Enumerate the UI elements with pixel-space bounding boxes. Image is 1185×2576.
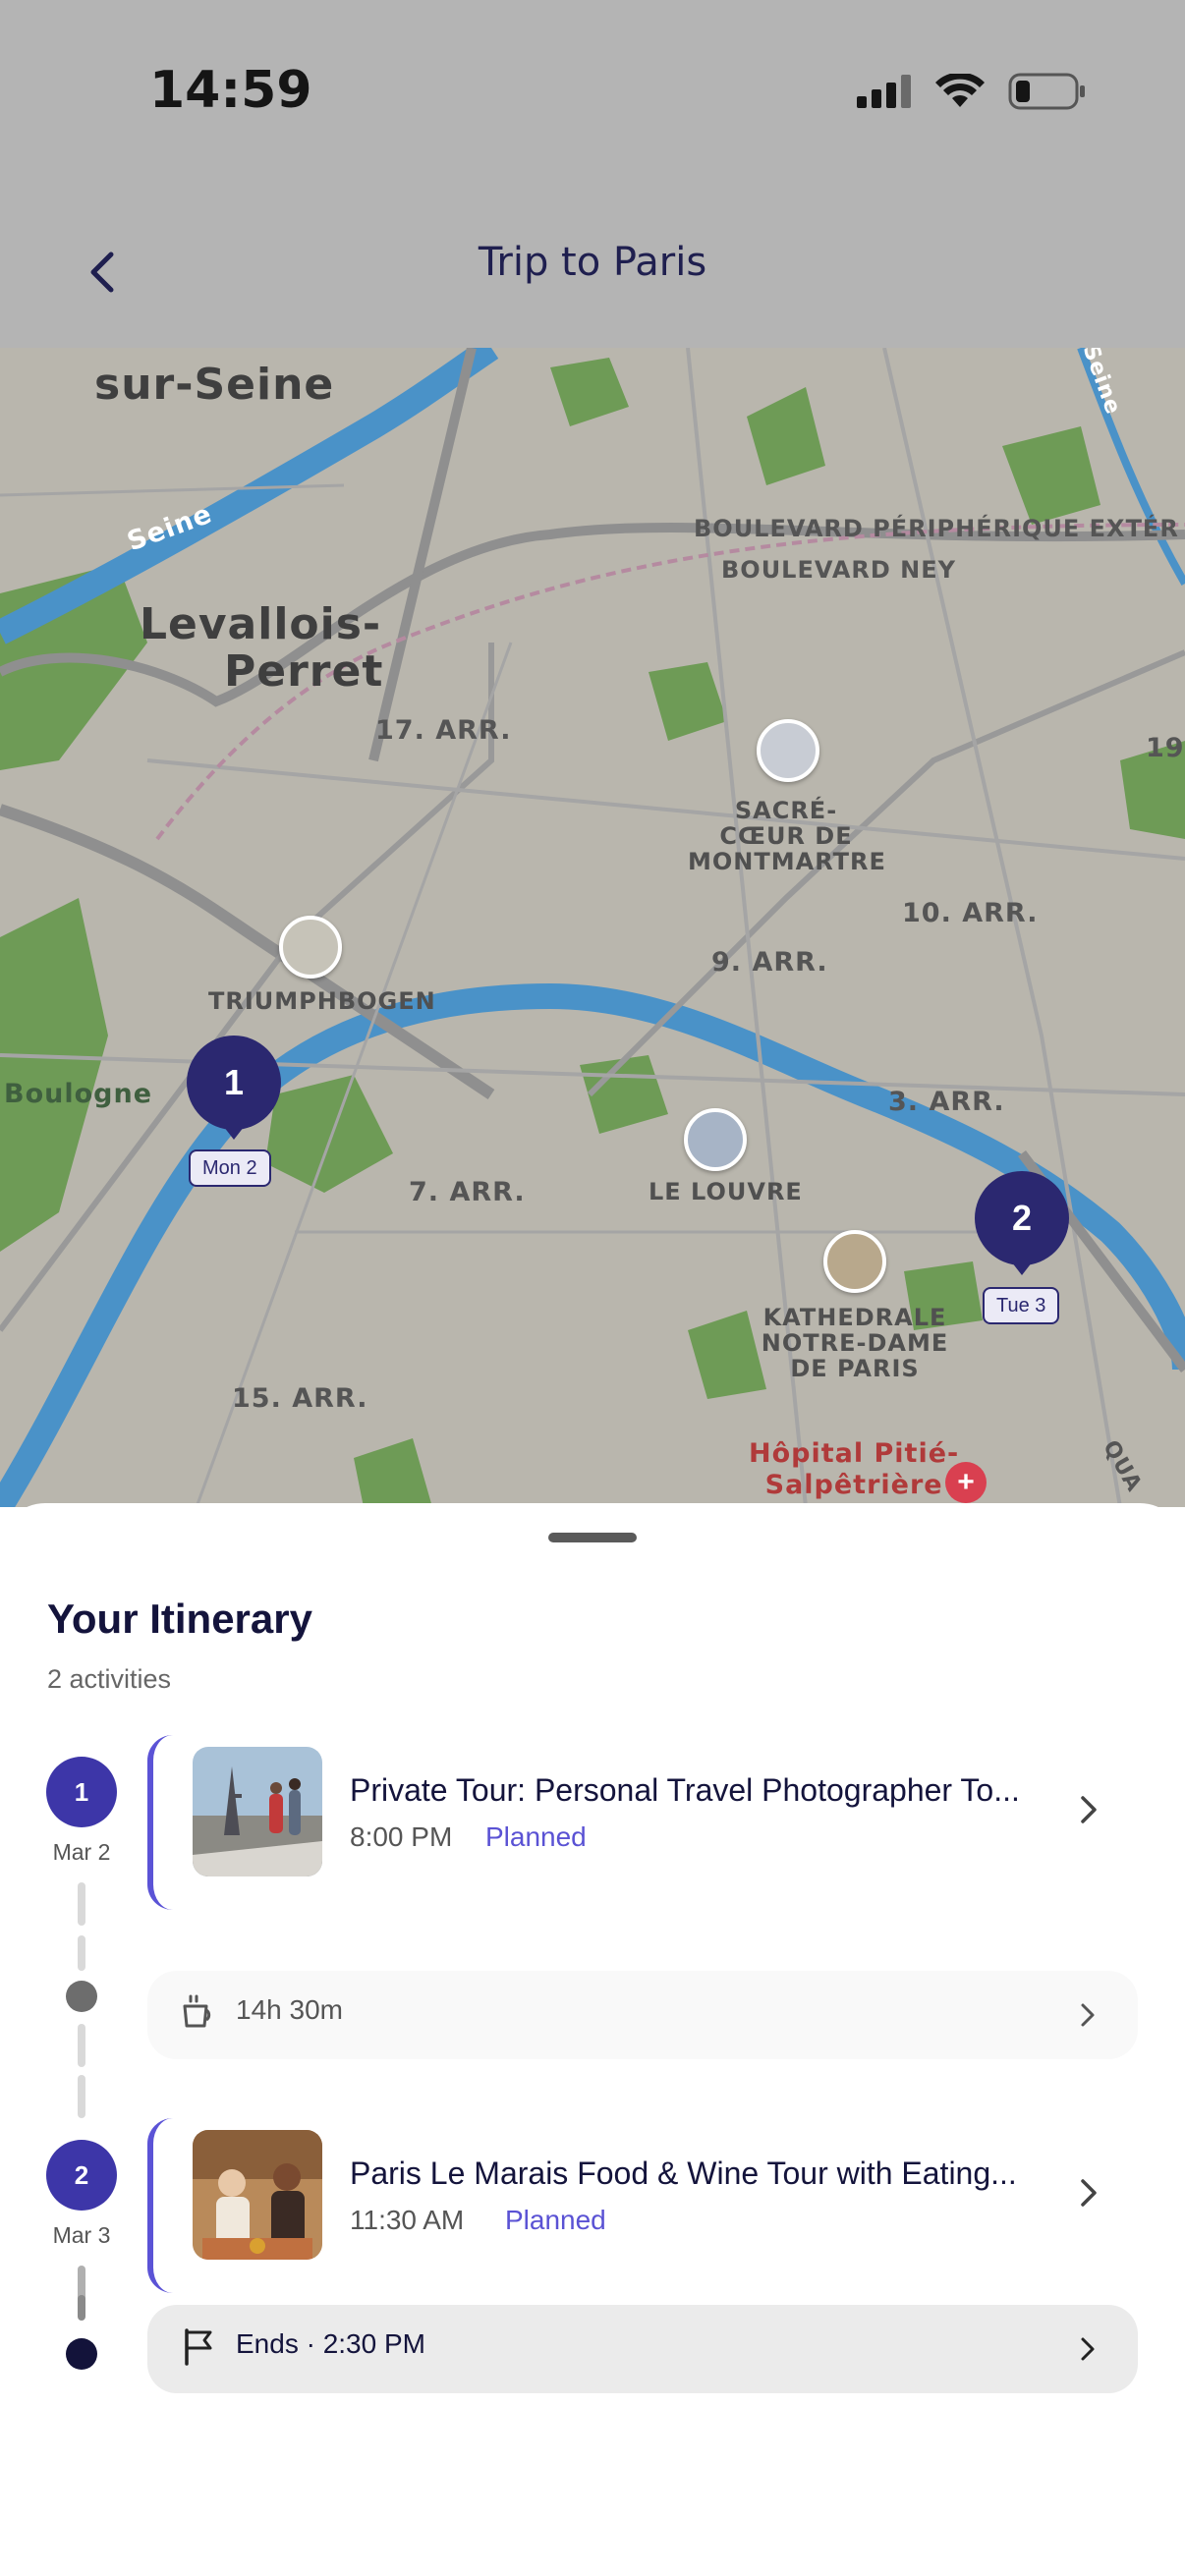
map-label-boulevard-peripherique: BOULEVARD PÉRIPHÉRIQUE EXTÉR (694, 515, 1179, 542)
map-label-17-arr: 17. ARR. (375, 715, 512, 746)
itinerary-title: Your Itinerary (47, 1596, 312, 1642)
activity-date-1: Mar 2 (52, 1839, 111, 1865)
map-label-15-arr: 15. ARR. (232, 1383, 368, 1414)
activity-number-badge-2: 2 (46, 2140, 117, 2211)
itinerary-subtitle: 2 activities (47, 1664, 172, 1694)
map-label-boulevard-ney: BOULEVARD NEY (721, 556, 957, 584)
coffee-cup-icon (183, 1994, 211, 2028)
map-label-10-arr: 10. ARR. (902, 898, 1039, 928)
map-label-sacre-coeur: SACRÉ- CŒUR DE MONTMARTRE (688, 797, 886, 875)
map-pin-2[interactable]: 2 (975, 1171, 1069, 1275)
trip-end-label: Ends · 2:30 PM (236, 2328, 425, 2359)
status-time: 14:59 (149, 61, 312, 120)
louvre-icon[interactable] (684, 1108, 747, 1171)
arc-de-triomphe-icon[interactable] (279, 916, 342, 979)
travel-gap-duration: 14h 30m (236, 1994, 343, 2025)
map-label-3-arr: 3. ARR. (888, 1087, 1005, 1117)
map-pin-tag-2: Tue 3 (983, 1287, 1060, 1324)
map-label-le-louvre: LE LOUVRE (649, 1178, 803, 1205)
timeline-gap-dot (66, 1981, 97, 2012)
activity-title-2: Paris Le Marais Food & Wine Tour with Ea… (350, 2156, 1017, 2191)
itinerary-sheet[interactable]: Your Itinerary 2 activities 1 Mar 2 2 Ma… (0, 1503, 1185, 2576)
activity-number-badge-1: 1 (46, 1757, 117, 1827)
map-label-levallois-1: Levallois- (140, 599, 382, 649)
activity-status-2: Planned (505, 2205, 606, 2235)
timeline-end-dot (66, 2338, 97, 2370)
timeline-connector (78, 2295, 85, 2321)
activity-title-1: Private Tour: Personal Travel Photograph… (350, 1772, 1020, 1808)
sacre-coeur-icon[interactable] (757, 719, 819, 782)
hospital-icon[interactable]: + (945, 1462, 987, 1503)
wifi-icon (935, 74, 985, 107)
timeline-connector (78, 1935, 85, 1971)
activity-time-1: 8:00 PM (350, 1821, 453, 1852)
activity-card-1[interactable]: Private Tour: Personal Travel Photograph… (147, 1735, 1146, 1910)
timeline-connector (78, 2075, 85, 2118)
map-label-9-arr: 9. ARR. (711, 947, 828, 978)
map-label-boulogne: Boulogne (4, 1079, 153, 1109)
activity-time-2: 11:30 AM (350, 2205, 465, 2235)
map-label-triumphbogen: TRIUMPHBOGEN (208, 987, 436, 1015)
navigation-bar: Trip to Paris (0, 196, 1185, 349)
map-pin-1[interactable]: 1 (187, 1036, 281, 1140)
map-label-7-arr: 7. ARR. (409, 1177, 526, 1207)
chevron-right-icon (1081, 2337, 1095, 2361)
activity-thumbnail-1 (193, 1747, 322, 1876)
trip-end-row[interactable]: Ends · 2:30 PM (147, 2305, 1138, 2393)
status-icons (857, 73, 1087, 110)
chevron-right-icon (1081, 2003, 1095, 2027)
activity-thumbnail-2 (193, 2130, 322, 2260)
map-label-notre-dame: KATHEDRALE NOTRE-DAME DE PARIS (761, 1304, 949, 1382)
activity-date-2: Mar 3 (52, 2222, 111, 2248)
map-label-19-arr: 19. (1146, 733, 1185, 763)
page-title: Trip to Paris (478, 240, 707, 285)
activity-card-2[interactable]: Paris Le Marais Food & Wine Tour with Ea… (147, 2118, 1146, 2293)
notre-dame-icon[interactable] (823, 1230, 886, 1293)
flag-icon (185, 2328, 212, 2366)
map-label-hopital: Hôpital Pitié- Salpêtrière (749, 1438, 960, 1500)
map-label-asnieres: sur-Seine (94, 360, 335, 410)
map-label-levallois-2: Perret (224, 646, 384, 697)
cellular-signal-icon (857, 75, 911, 108)
sheet-grabber[interactable] (548, 1533, 637, 1542)
timeline-connector (78, 2024, 85, 2067)
chevron-right-icon (1081, 2179, 1097, 2207)
chevron-right-icon (1081, 1796, 1097, 1823)
status-bar: 14:59 (0, 0, 1185, 196)
travel-gap-row[interactable]: 14h 30m (147, 1971, 1138, 2059)
map-pin-tag-1: Mon 2 (189, 1149, 271, 1187)
timeline-connector (78, 1882, 85, 1926)
battery-icon (1008, 73, 1085, 110)
activity-status-1: Planned (485, 1821, 587, 1852)
trip-map[interactable]: sur-Seine Levallois- Perret Seine Seine … (0, 348, 1185, 1507)
